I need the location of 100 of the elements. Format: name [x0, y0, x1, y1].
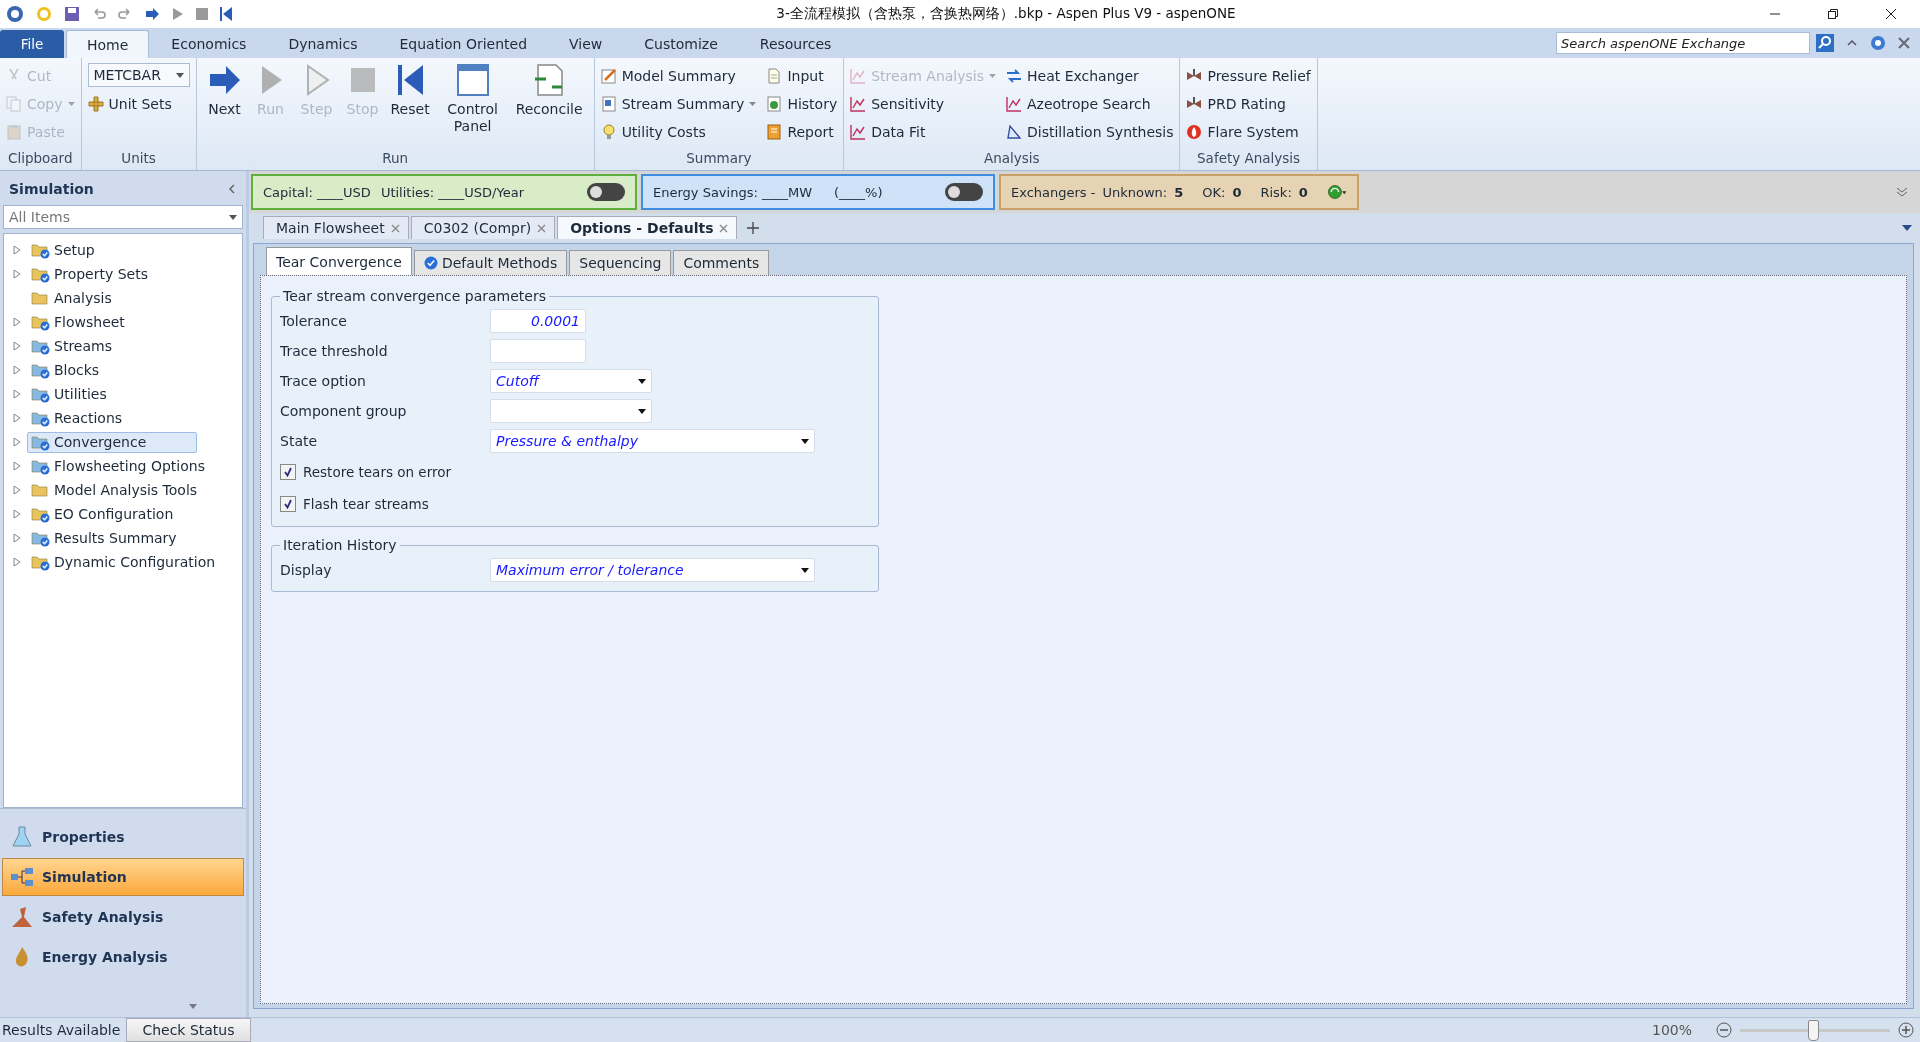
ribbon-button[interactable]: Sensitivity [850, 91, 996, 117]
tree-item[interactable]: Utilities [27, 383, 124, 405]
expand-icon[interactable] [13, 557, 21, 567]
add-icon[interactable] [747, 222, 760, 234]
ribbon-button[interactable]: Reconcile [511, 63, 586, 118]
expand-icon[interactable] [13, 269, 21, 279]
tree-item[interactable]: Analysis [27, 287, 129, 309]
tree-item[interactable]: Reactions [27, 407, 140, 429]
help-icon[interactable] [1870, 35, 1886, 51]
form-tab[interactable]: Sequencing [569, 250, 672, 275]
zoom-out-icon[interactable] [1716, 1022, 1732, 1038]
checkbox[interactable] [280, 496, 296, 512]
tree-item[interactable]: Results Summary [27, 527, 194, 549]
search-icon[interactable] [1816, 34, 1834, 52]
filter-dropdown[interactable]: All Items [3, 205, 243, 229]
ribbon-button[interactable]: Report [766, 119, 838, 145]
ribbon-tab[interactable]: Equation Oriented [379, 30, 548, 58]
file-tab[interactable]: File [0, 30, 64, 58]
navigation-button[interactable]: Simulation [2, 858, 244, 896]
close-icon[interactable] [390, 223, 400, 233]
ribbon-button[interactable]: Azeotrope Search [1006, 91, 1174, 117]
form-tab[interactable]: Default Methods [413, 250, 568, 275]
ribbon-tab[interactable]: Home [66, 30, 150, 58]
expand-icon[interactable] [13, 437, 21, 447]
tree-item[interactable]: Flowsheeting Options [27, 455, 222, 477]
document-tab[interactable]: Main Flowsheet [263, 216, 409, 239]
undo-icon[interactable] [92, 7, 106, 21]
expand-icon[interactable] [13, 485, 21, 495]
close-icon[interactable] [719, 223, 729, 233]
ribbon-button[interactable]: History [766, 91, 838, 117]
tree-item[interactable]: Property Sets [27, 263, 165, 285]
caret-icon[interactable] [1902, 225, 1912, 231]
save-icon[interactable] [64, 6, 80, 22]
open-icon[interactable] [36, 6, 52, 22]
caret-icon[interactable] [189, 1004, 197, 1009]
ribbon-button[interactable]: Input [766, 63, 838, 89]
ribbon-button[interactable]: Heat Exchanger [1006, 63, 1174, 89]
ribbon-button[interactable]: Flare System [1186, 119, 1311, 145]
dropdown-field[interactable]: Pressure & enthalpy [490, 429, 815, 453]
input-field[interactable] [490, 339, 586, 363]
input-field[interactable]: 0.0001 [490, 309, 586, 333]
dropdown-field[interactable] [490, 399, 652, 423]
ribbon-button[interactable]: Control Panel [435, 63, 510, 135]
toggle-switch[interactable] [587, 183, 625, 201]
expand-icon[interactable] [13, 341, 21, 351]
ribbon-button[interactable]: Utility Costs [600, 119, 757, 145]
ribbon-button[interactable]: Distillation Synthesis [1006, 119, 1174, 145]
dropdown-field[interactable]: Cutoff [490, 369, 652, 393]
play-icon[interactable] [172, 7, 184, 21]
ribbon-tab[interactable]: Economics [151, 30, 267, 58]
tree-item[interactable]: Streams [27, 335, 129, 357]
ribbon-button[interactable]: Data Fit [850, 119, 996, 145]
checkbox[interactable] [280, 464, 296, 480]
ribbon-tab[interactable]: Customize [624, 30, 738, 58]
document-tab[interactable]: Options - Defaults [557, 216, 738, 239]
ribbon-button[interactable]: Unit Sets [87, 91, 190, 117]
document-tab[interactable]: C0302 (Compr) [410, 216, 556, 239]
expand-icon[interactable] [13, 365, 21, 375]
collapse-icon[interactable] [228, 184, 236, 194]
ribbon-tab[interactable]: Resources [739, 30, 852, 58]
check-status-button[interactable]: Check Status [126, 1018, 251, 1042]
navigation-button[interactable]: Safety Analysis [2, 898, 244, 936]
tree-item[interactable]: EO Configuration [27, 503, 191, 525]
close-icon[interactable] [1898, 37, 1910, 49]
expand-icon[interactable] [1896, 187, 1908, 197]
navigation-button[interactable]: Energy Analysis [2, 938, 244, 976]
ribbon-button[interactable]: Reset [386, 63, 434, 118]
expand-icon[interactable] [13, 533, 21, 543]
dropdown-field[interactable]: Maximum error / tolerance [490, 558, 815, 582]
rewind-icon[interactable] [220, 7, 232, 21]
unit-set-dropdown[interactable]: METCBAR [87, 63, 190, 87]
expand-icon[interactable] [13, 245, 21, 255]
form-tab[interactable]: Comments [673, 250, 770, 275]
zoom-in-icon[interactable] [1898, 1022, 1914, 1038]
ribbon-button[interactable]: Model Summary [600, 63, 757, 89]
tree-item[interactable]: Blocks [27, 359, 117, 381]
app-logo-icon[interactable] [6, 5, 24, 23]
tree-item[interactable]: Convergence [27, 431, 198, 453]
expand-icon[interactable] [13, 317, 21, 327]
navigation-button[interactable]: Properties [2, 818, 244, 856]
close-icon[interactable] [537, 223, 547, 233]
ribbon-button[interactable]: PRD Rating [1186, 91, 1311, 117]
toggle-switch[interactable] [945, 183, 983, 201]
ribbon-button[interactable]: Stream Summary [600, 91, 757, 117]
slider-thumb[interactable] [1808, 1019, 1819, 1041]
expand-icon[interactable] [13, 461, 21, 471]
expand-icon[interactable] [13, 389, 21, 399]
expand-icon[interactable] [13, 413, 21, 423]
redo-icon[interactable] [118, 7, 132, 21]
tree-item[interactable]: Setup [27, 239, 112, 261]
ribbon-tab[interactable]: View [549, 30, 623, 58]
arrow-icon[interactable] [144, 6, 160, 22]
tree-item[interactable]: Flowsheet [27, 311, 142, 333]
tree-item[interactable]: Model Analysis Tools [27, 479, 215, 501]
expand-icon[interactable] [13, 509, 21, 519]
ribbon-button[interactable]: Next [202, 63, 247, 118]
ribbon-button[interactable]: Pressure Relief [1186, 63, 1311, 89]
ribbon-tab[interactable]: Dynamics [268, 30, 378, 58]
tree-item[interactable]: Dynamic Configuration [27, 551, 233, 573]
search-field[interactable]: Search aspenONE Exchange [1556, 32, 1810, 54]
